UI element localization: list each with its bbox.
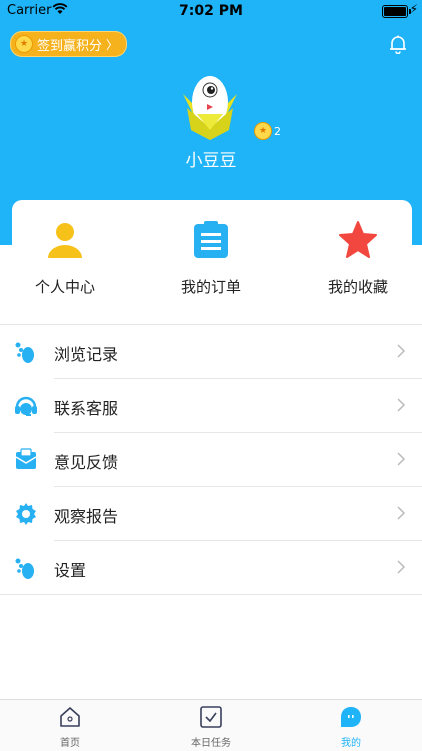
person-icon [48,223,82,258]
home-icon [60,707,80,727]
coin-icon: ★ [15,35,33,53]
tab-daily-tasks[interactable]: 本日任务 [171,706,251,749]
task-check-icon [200,706,222,728]
menu-list: 浏览记录 联系客服 意见反馈 观察报告 设置 [0,325,422,595]
avatar[interactable] [177,68,243,140]
coin-icon: ★ [254,122,272,140]
chevron-right-icon: 〉 [106,37,119,52]
menu-item-label: 设置 [54,561,87,580]
points-count: 2 [274,124,281,138]
signin-label: 签到赢积分 [37,38,103,54]
profile-bubble-icon [341,707,361,727]
battery-icon [382,5,411,18]
quick-action-favorites[interactable]: 我的收藏 [298,220,418,297]
clock: 7:02 PM [179,3,243,19]
divider [0,594,422,595]
tab-label: 我的 [341,738,361,749]
username: 小豆豆 [185,151,237,171]
footprint-icon [15,342,34,363]
tab-home[interactable]: 首页 [30,706,110,749]
chevron-right-icon [397,560,406,574]
quick-action-label: 我的订单 [180,278,241,296]
quick-action-label: 个人中心 [34,278,95,296]
star-icon [339,221,377,258]
status-bar: Carrier 7:02 PM ⚡ [0,0,422,22]
chevron-right-icon [397,344,406,358]
quick-action-profile-center[interactable]: 个人中心 [5,220,125,297]
tab-mine[interactable]: 我的 [311,706,391,749]
signin-reward-button[interactable]: ★ 签到赢积分 〉 [10,31,128,57]
chevron-right-icon [397,398,406,412]
menu-item-settings[interactable]: 设置 [0,541,422,595]
tab-label: 本日任务 [191,738,231,749]
menu-item-contact-support[interactable]: 联系客服 [0,379,422,433]
order-clipboard-icon [194,221,228,258]
menu-item-label: 联系客服 [54,399,119,418]
tab-bar: 首页 本日任务 我的 [0,699,422,751]
headset-icon [15,396,37,416]
menu-item-label: 观察报告 [54,507,119,526]
quick-action-label: 我的收藏 [327,278,388,296]
feedback-icon [15,448,37,469]
menu-item-label: 意见反馈 [54,453,119,472]
bell-icon[interactable] [388,34,408,54]
menu-item-observation-report[interactable]: 观察报告 [0,487,422,541]
tab-label: 首页 [60,738,80,749]
charging-icon: ⚡ [409,2,418,16]
menu-item-feedback[interactable]: 意见反馈 [0,433,422,487]
quick-action-my-orders[interactable]: 我的订单 [151,220,271,297]
chevron-right-icon [397,452,406,466]
menu-item-browse-history[interactable]: 浏览记录 [0,325,422,379]
chevron-right-icon [397,506,406,520]
footprint-icon [15,558,34,579]
points-badge: ★ 2 [254,122,281,140]
menu-item-label: 浏览记录 [54,345,119,364]
gear-icon [16,503,36,525]
